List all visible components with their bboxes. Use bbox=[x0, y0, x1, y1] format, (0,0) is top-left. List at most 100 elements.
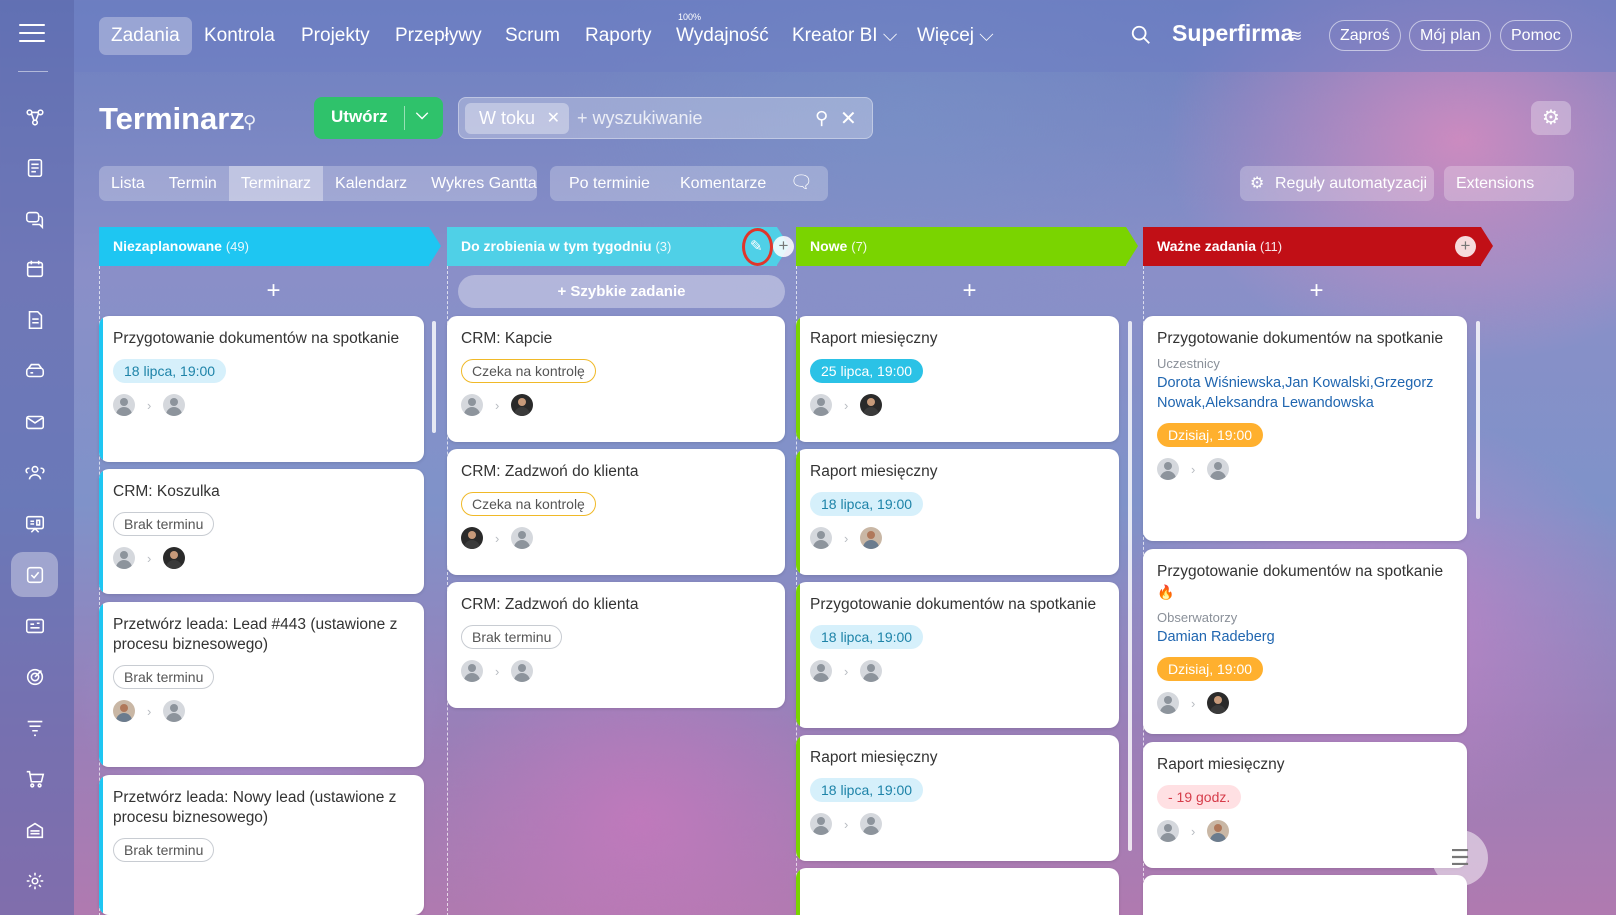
avatar[interactable] bbox=[1157, 458, 1179, 480]
task-card[interactable]: Raport miesięczny 18 lipca, 19:00 › bbox=[796, 735, 1119, 861]
sort-comments[interactable]: Komentarze bbox=[680, 166, 766, 201]
chip-close-icon[interactable]: ✕ bbox=[547, 103, 560, 134]
task-card[interactable]: Raport miesięczny 25 lipca, 19:00 › bbox=[796, 316, 1119, 442]
avatar[interactable] bbox=[1207, 458, 1230, 480]
create-button[interactable]: Utwórz ⌵ bbox=[314, 97, 443, 139]
deadline-badge[interactable]: 18 lipca, 19:00 bbox=[810, 778, 924, 802]
task-card[interactable]: CRM: Zadzwoń do klienta Brak terminu › bbox=[447, 582, 785, 708]
clear-icon[interactable]: ✕ bbox=[840, 106, 857, 131]
task-card[interactable]: Raport miesięczny 18 lipca, 19:00 › bbox=[796, 449, 1119, 575]
task-card[interactable]: Przygotowanie dokumentów na spotkanie 18… bbox=[99, 316, 424, 462]
avatar[interactable] bbox=[113, 547, 135, 569]
people-icon[interactable] bbox=[11, 450, 58, 495]
deadline-badge[interactable]: Brak terminu bbox=[113, 665, 215, 689]
card-title[interactable]: Przetwórz leada: Nowy lead (ustawione z … bbox=[113, 788, 410, 828]
task-card[interactable]: Przygotowanie dokumentów na spotkanie Uc… bbox=[1143, 316, 1467, 541]
gear-icon[interactable]: ⚙ bbox=[1531, 101, 1571, 135]
deadline-badge[interactable]: Dzisiaj, 19:00 bbox=[1157, 657, 1264, 681]
card-title[interactable]: Raport miesięczny bbox=[810, 329, 1105, 349]
help-button[interactable]: Pomoc bbox=[1500, 20, 1572, 51]
avatar[interactable] bbox=[461, 394, 483, 416]
avatar[interactable] bbox=[810, 527, 832, 549]
avatar[interactable] bbox=[461, 527, 483, 549]
avatar[interactable] bbox=[511, 394, 534, 416]
tab-list[interactable]: Lista bbox=[99, 166, 157, 201]
tab-gantt[interactable]: Wykres Gantta bbox=[419, 166, 537, 201]
add-column-icon[interactable]: + bbox=[1455, 236, 1476, 257]
search-icon[interactable]: ⚲ bbox=[815, 108, 828, 129]
task-card[interactable]: CRM: Koszulka Brak terminu › bbox=[99, 469, 424, 594]
feed-icon[interactable] bbox=[11, 145, 58, 190]
add-task-button[interactable]: + bbox=[1153, 276, 1480, 308]
settings-icon[interactable] bbox=[11, 858, 58, 903]
drive-icon[interactable] bbox=[11, 348, 58, 393]
column-scrollbar[interactable] bbox=[1476, 321, 1480, 519]
search-icon[interactable] bbox=[1130, 24, 1152, 46]
card-title[interactable]: Raport miesięczny bbox=[810, 462, 1105, 482]
mail-icon[interactable] bbox=[11, 399, 58, 444]
avatar[interactable] bbox=[113, 700, 135, 722]
task-card[interactable]: CRM: Kapcie Czeka na kontrolę › bbox=[447, 316, 785, 442]
avatar[interactable] bbox=[810, 813, 832, 835]
add-task-button[interactable]: + bbox=[110, 276, 437, 308]
store-icon[interactable] bbox=[11, 807, 58, 852]
column-scrollbar[interactable] bbox=[432, 321, 436, 433]
overdue-badge[interactable]: - 19 godz. bbox=[1157, 785, 1242, 809]
deadline-badge[interactable]: 18 lipca, 19:00 bbox=[113, 359, 227, 383]
chevron-down-icon[interactable]: ⌵ bbox=[416, 106, 428, 124]
tab-planner[interactable]: Terminarz bbox=[228, 166, 324, 201]
quick-task-button[interactable]: + Szybkie zadanie bbox=[458, 275, 785, 308]
avatar[interactable] bbox=[163, 700, 186, 722]
card-title[interactable]: Raport miesięczny bbox=[1157, 755, 1453, 775]
deadline-badge[interactable]: 18 lipca, 19:00 bbox=[810, 492, 924, 516]
pencil-icon[interactable]: ✎ bbox=[750, 237, 763, 255]
task-card[interactable]: Przetwórz leada: Lead #443 (ustawione z … bbox=[99, 602, 424, 767]
add-task-button[interactable]: + bbox=[806, 276, 1133, 308]
avatar[interactable] bbox=[860, 660, 883, 682]
nav-scrum[interactable]: Scrum bbox=[493, 17, 572, 55]
card-title[interactable]: CRM: Zadzwoń do klienta bbox=[461, 595, 771, 615]
avatar[interactable] bbox=[1207, 820, 1230, 842]
nav-bi-builder[interactable]: Kreator BI ⌵ bbox=[780, 17, 909, 55]
column-header-this-week[interactable]: Do zrobienia w tym tygodniu (3) bbox=[447, 227, 789, 266]
pin-icon[interactable]: ⚲ bbox=[243, 112, 256, 133]
avatar[interactable] bbox=[113, 394, 135, 416]
add-column-icon[interactable]: + bbox=[773, 236, 794, 257]
card-title[interactable]: Przygotowanie dokumentów na spotkanie bbox=[810, 595, 1105, 615]
nav-projects[interactable]: Projekty bbox=[289, 17, 382, 55]
board-icon[interactable] bbox=[11, 501, 58, 546]
avatar[interactable] bbox=[511, 527, 534, 549]
avatar[interactable] bbox=[810, 394, 832, 416]
column-header-new[interactable]: Nowe (7) bbox=[796, 227, 1138, 266]
deadline-badge[interactable]: 25 lipca, 19:00 bbox=[810, 359, 924, 383]
task-card[interactable]: Przetwórz leada: Nowy lead (ustawione z … bbox=[99, 775, 424, 915]
cart-icon[interactable] bbox=[11, 756, 58, 801]
crm-icon[interactable] bbox=[11, 603, 58, 648]
comments-icon[interactable]: 🗨 bbox=[790, 172, 813, 193]
tasks-icon[interactable] bbox=[11, 552, 58, 597]
nav-more[interactable]: Więcej ⌵ bbox=[905, 17, 1006, 55]
extensions-button[interactable]: Extensions bbox=[1444, 166, 1574, 201]
company-name[interactable]: Superfirma bbox=[1172, 20, 1293, 47]
task-card[interactable]: Przygotowanie dokumentów na spotkanie 🔥 … bbox=[1143, 549, 1467, 734]
card-title[interactable]: Przetwórz leada: Lead #443 (ustawione z … bbox=[113, 615, 410, 655]
task-card[interactable] bbox=[796, 868, 1119, 915]
observers-list[interactable]: Damian Radeberg bbox=[1157, 627, 1453, 647]
goals-icon[interactable] bbox=[11, 654, 58, 699]
task-card[interactable]: Raport miesięczny - 19 godz. › bbox=[1143, 742, 1467, 868]
card-title[interactable]: CRM: Kapcie bbox=[461, 329, 771, 349]
avatar[interactable] bbox=[860, 527, 883, 549]
list-menu-icon[interactable]: ☰ bbox=[1432, 830, 1488, 886]
nav-workflows[interactable]: Przepływy bbox=[383, 17, 494, 55]
participants-list[interactable]: Dorota Wiśniewska,Jan Kowalski,Grzegorz … bbox=[1157, 373, 1453, 413]
my-plan-button[interactable]: Mój plan bbox=[1409, 20, 1492, 51]
status-badge[interactable]: Czeka na kontrolę bbox=[461, 492, 596, 516]
filter-search-box[interactable]: W toku ✕ + wyszukiwanie ⚲ ✕ bbox=[458, 97, 873, 139]
card-title[interactable]: Przygotowanie dokumentów na spotkanie 🔥 bbox=[1157, 562, 1453, 603]
avatar[interactable] bbox=[1157, 820, 1179, 842]
card-title[interactable]: Przygotowanie dokumentów na spotkanie bbox=[1157, 329, 1453, 349]
avatar[interactable] bbox=[1157, 692, 1179, 714]
document-icon[interactable] bbox=[11, 297, 58, 342]
tab-deadline[interactable]: Termin bbox=[157, 166, 229, 201]
company-settings-icon[interactable]: ≋ bbox=[1289, 26, 1302, 46]
